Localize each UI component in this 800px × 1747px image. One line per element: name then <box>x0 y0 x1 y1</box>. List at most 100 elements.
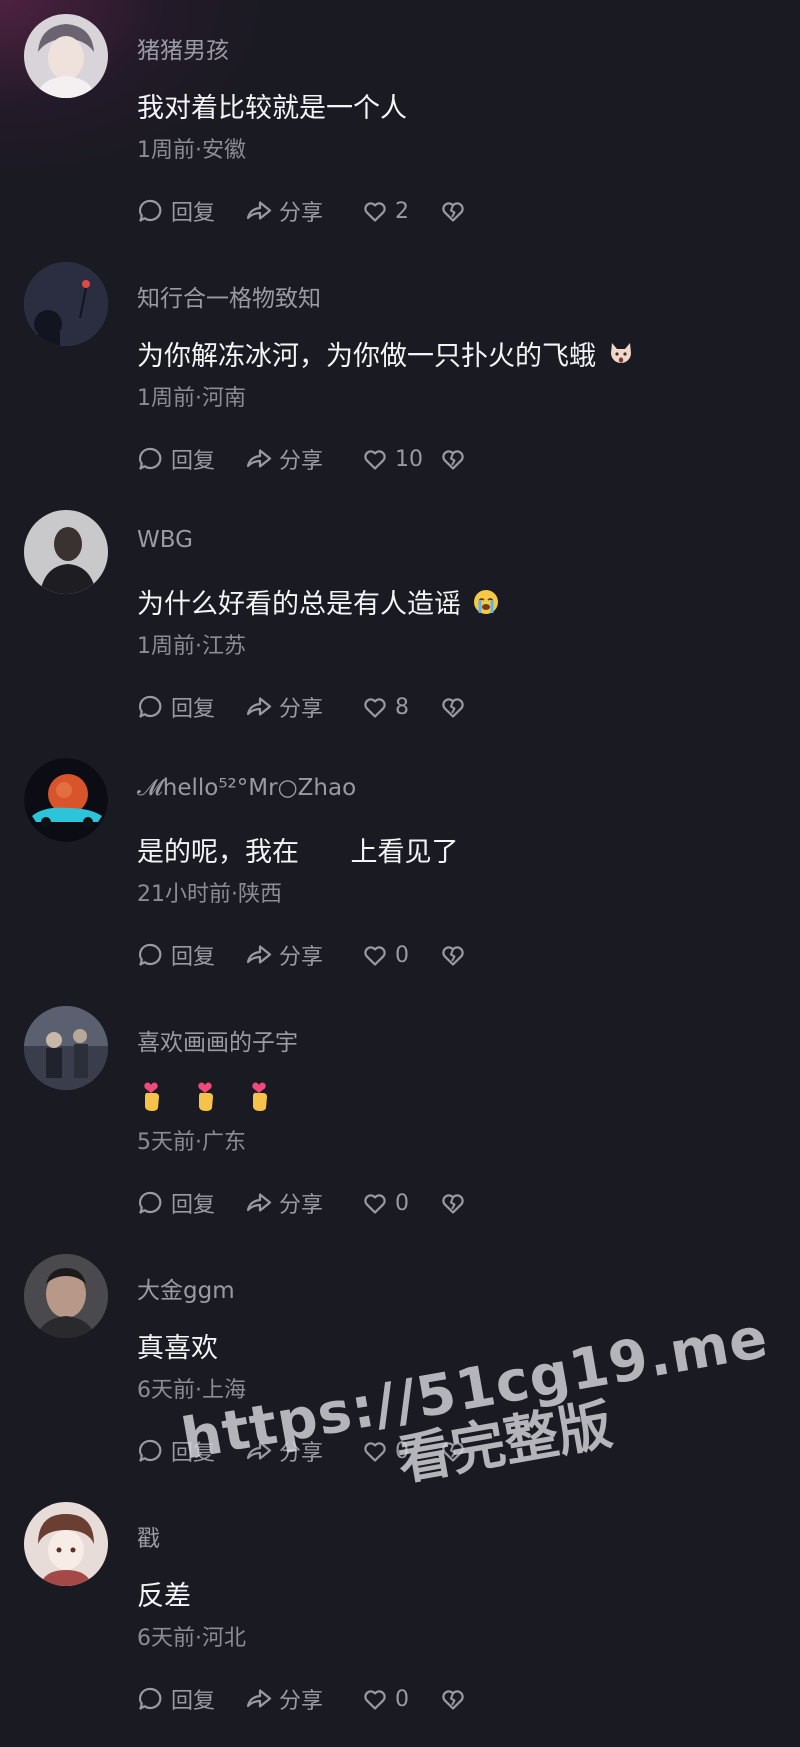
broken-heart-icon <box>439 941 467 969</box>
dislike-button[interactable] <box>439 941 467 969</box>
reply-button[interactable]: 回复 <box>137 443 245 475</box>
broken-heart-icon <box>439 445 467 473</box>
username[interactable]: 喜欢画画的子宇 <box>137 1023 298 1057</box>
reply-label: 回复 <box>171 1441 216 1466</box>
comment-meta: 6天前·上海 <box>137 1378 246 1403</box>
share-label: 分享 <box>279 449 324 474</box>
shocked-cat-emoji <box>606 339 636 369</box>
finger-heart-emoji <box>137 1078 165 1112</box>
comment-item: 戳 反差 6天前·河北 回复 分享 0 <box>0 1488 800 1736</box>
share-arrow-icon <box>245 941 273 969</box>
comment-item: 𝓜hello⁵²°Mr○Zhao 是的呢，我在 上看见了 21小时前·陕西 回复… <box>0 744 800 992</box>
reply-label: 回复 <box>171 1193 216 1218</box>
comment-text: 反差 <box>137 1574 191 1613</box>
share-button[interactable]: 分享 <box>245 1435 361 1467</box>
reply-label: 回复 <box>171 1689 216 1714</box>
like-count: 8 <box>395 694 409 720</box>
heart-outline-icon <box>361 1685 389 1713</box>
comment-meta: 1周前·江苏 <box>137 634 246 659</box>
comment-meta: 6天前·河北 <box>137 1626 246 1651</box>
comment-item: 大金ggm 真喜欢 6天前·上海 回复 分享 0 <box>0 1240 800 1488</box>
like-button[interactable]: 0 <box>361 1685 439 1713</box>
comment-meta: 5天前·广东 <box>137 1130 246 1155</box>
dislike-button[interactable] <box>439 693 467 721</box>
finger-heart-emoji <box>191 1078 219 1112</box>
username[interactable]: WBG <box>137 527 193 553</box>
like-button[interactable]: 10 <box>361 445 439 473</box>
comment-text <box>137 1078 273 1112</box>
comment-meta: 1周前·安徽 <box>137 138 246 163</box>
avatar[interactable] <box>24 1006 108 1090</box>
comment-text-content: 为什么好看的总是有人造谣 <box>137 589 461 620</box>
avatar[interactable] <box>24 14 108 98</box>
comment-text: 为什么好看的总是有人造谣 <box>137 582 501 621</box>
share-label: 分享 <box>279 1193 324 1218</box>
username[interactable]: 大金ggm <box>137 1271 235 1305</box>
comment-actions: 回复 分享 0 <box>137 1186 467 1220</box>
heart-outline-icon <box>361 197 389 225</box>
avatar[interactable] <box>24 510 108 594</box>
broken-heart-icon <box>439 693 467 721</box>
username[interactable]: 猪猪男孩 <box>137 31 229 65</box>
heart-outline-icon <box>361 941 389 969</box>
dislike-button[interactable] <box>439 197 467 225</box>
comment-actions: 回复 分享 0 <box>137 1682 467 1716</box>
dislike-button[interactable] <box>439 445 467 473</box>
like-button[interactable]: 0 <box>361 1189 439 1217</box>
comment-text: 是的呢，我在 上看见了 <box>137 830 459 869</box>
comment-bubble-icon <box>137 1189 165 1217</box>
avatar[interactable] <box>24 758 108 842</box>
like-count: 0 <box>395 1190 409 1216</box>
share-label: 分享 <box>279 1689 324 1714</box>
avatar[interactable] <box>24 262 108 346</box>
comment-text: 为你解冻冰河，为你做一只扑火的飞蛾 <box>137 334 636 373</box>
comment-item: 猪猪男孩 我对着比较就是一个人 1周前·安徽 回复 分享 2 <box>0 0 800 248</box>
comment-item: 喜欢画画的子宇 5天前·广东 回复 分享 0 <box>0 992 800 1240</box>
comment-text-content: 真喜欢 <box>137 1333 218 1364</box>
share-button[interactable]: 分享 <box>245 691 361 723</box>
share-arrow-icon <box>245 1685 273 1713</box>
comment-text: 真喜欢 <box>137 1326 218 1365</box>
comment-actions: 回复 分享 8 <box>137 690 467 724</box>
comment-meta: 1周前·河南 <box>137 386 246 411</box>
avatar[interactable] <box>24 1502 108 1586</box>
reply-button[interactable]: 回复 <box>137 1187 245 1219</box>
dislike-button[interactable] <box>439 1437 467 1465</box>
comment-bubble-icon <box>137 1685 165 1713</box>
reply-button[interactable]: 回复 <box>137 195 245 227</box>
like-count: 10 <box>395 446 423 472</box>
like-button[interactable]: 8 <box>361 693 439 721</box>
share-button[interactable]: 分享 <box>245 1187 361 1219</box>
username[interactable]: 戳 <box>137 1519 160 1553</box>
reply-button[interactable]: 回复 <box>137 1683 245 1715</box>
dislike-button[interactable] <box>439 1685 467 1713</box>
like-button[interactable]: 0 <box>361 1437 439 1465</box>
reply-button[interactable]: 回复 <box>137 691 245 723</box>
like-button[interactable]: 0 <box>361 941 439 969</box>
share-button[interactable]: 分享 <box>245 195 361 227</box>
comment-text-content: 为你解冻冰河，为你做一只扑火的飞蛾 <box>137 341 596 372</box>
share-button[interactable]: 分享 <box>245 1683 361 1715</box>
comment-bubble-icon <box>137 941 165 969</box>
comment-actions: 回复 分享 10 <box>137 442 467 476</box>
share-button[interactable]: 分享 <box>245 443 361 475</box>
comment-item: WBG 为什么好看的总是有人造谣 1周前·江苏 回复 分享 8 <box>0 496 800 744</box>
dislike-button[interactable] <box>439 1189 467 1217</box>
broken-heart-icon <box>439 1437 467 1465</box>
like-count: 0 <box>395 1686 409 1712</box>
share-button[interactable]: 分享 <box>245 939 361 971</box>
broken-heart-icon <box>439 1189 467 1217</box>
heart-outline-icon <box>361 445 389 473</box>
reply-label: 回复 <box>171 945 216 970</box>
reply-button[interactable]: 回复 <box>137 1435 245 1467</box>
like-button[interactable]: 2 <box>361 197 439 225</box>
comment-actions: 回复 分享 0 <box>137 1434 467 1468</box>
username[interactable]: 知行合一格物致知 <box>137 279 321 313</box>
comment-text-content: 反差 <box>137 1581 191 1612</box>
avatar[interactable] <box>24 1254 108 1338</box>
reply-button[interactable]: 回复 <box>137 939 245 971</box>
comment-bubble-icon <box>137 445 165 473</box>
username[interactable]: 𝓜hello⁵²°Mr○Zhao <box>137 775 356 801</box>
heart-outline-icon <box>361 1437 389 1465</box>
share-arrow-icon <box>245 693 273 721</box>
